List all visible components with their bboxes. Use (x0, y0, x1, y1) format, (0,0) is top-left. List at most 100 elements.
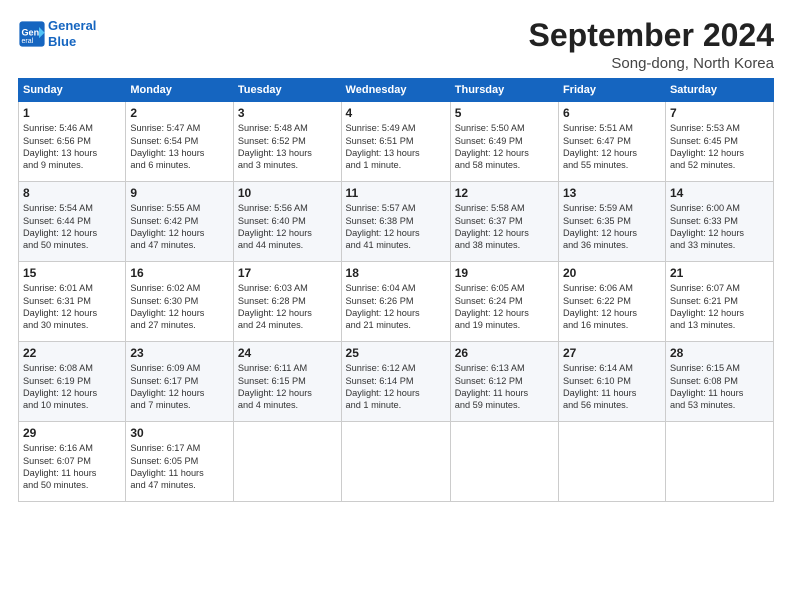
calendar-cell (341, 422, 450, 502)
day-number: 16 (130, 266, 229, 280)
calendar-cell (233, 422, 341, 502)
calendar-cell: 21Sunrise: 6:07 AM Sunset: 6:21 PM Dayli… (665, 262, 773, 342)
day-number: 14 (670, 186, 769, 200)
calendar-cell: 26 Sunrise: 6:13 AM Sunset: 6:12 PM Dayli… (450, 342, 558, 422)
logo-icon: Gen eral (18, 20, 46, 48)
day-info: Sunrise: 6:13 AM Sunset: 6:12 PM Dayligh… (455, 362, 554, 412)
svg-text:Gen: Gen (22, 27, 40, 37)
day-number: 4 (346, 106, 446, 120)
day-number: 8 (23, 186, 121, 200)
calendar-cell (558, 422, 665, 502)
day-info: Sunrise: 5:53 AM Sunset: 6:45 PM Dayligh… (670, 122, 769, 172)
day-info: Sunrise: 6:15 AM Sunset: 6:08 PM Dayligh… (670, 362, 769, 412)
col-header-sunday: Sunday (19, 79, 126, 102)
calendar-cell: 5 Sunrise: 5:50 AM Sunset: 6:49 PM Daylig… (450, 102, 558, 182)
day-number: 20 (563, 266, 661, 280)
day-number: 25 (346, 346, 446, 360)
calendar-cell: 24 Sunrise: 6:11 AM Sunset: 6:15 PM Dayli… (233, 342, 341, 422)
day-number: 21 (670, 266, 769, 280)
calendar-cell: 19 Sunrise: 6:05 AM Sunset: 6:24 PM Dayli… (450, 262, 558, 342)
day-number: 1 (23, 106, 121, 120)
day-info: Sunrise: 5:51 AM Sunset: 6:47 PM Dayligh… (563, 122, 661, 172)
calendar-week-2: 8 Sunrise: 5:54 AM Sunset: 6:44 PM Daylig… (19, 182, 774, 262)
calendar-cell: 28 Sunrise: 6:15 AM Sunset: 6:08 PM Dayli… (665, 342, 773, 422)
col-header-tuesday: Tuesday (233, 79, 341, 102)
calendar-cell: 14 Sunrise: 6:00 AM Sunset: 6:33 PM Dayli… (665, 182, 773, 262)
day-number: 22 (23, 346, 121, 360)
col-header-thursday: Thursday (450, 79, 558, 102)
day-number: 19 (455, 266, 554, 280)
calendar-cell: 20Sunrise: 6:06 AM Sunset: 6:22 PM Dayli… (558, 262, 665, 342)
day-info: Sunrise: 5:49 AM Sunset: 6:51 PM Dayligh… (346, 122, 446, 172)
calendar-cell: 16 Sunrise: 6:02 AM Sunset: 6:30 PM Dayli… (126, 262, 234, 342)
calendar-cell: 11 Sunrise: 5:57 AM Sunset: 6:38 PM Dayli… (341, 182, 450, 262)
day-number: 15 (23, 266, 121, 280)
day-info: Sunrise: 5:57 AM Sunset: 6:38 PM Dayligh… (346, 202, 446, 252)
day-number: 29 (23, 426, 121, 440)
calendar-week-3: 15 Sunrise: 6:01 AM Sunset: 6:31 PM Dayli… (19, 262, 774, 342)
day-info: Sunrise: 6:09 AM Sunset: 6:17 PM Dayligh… (130, 362, 229, 412)
day-number: 7 (670, 106, 769, 120)
day-info: Sunrise: 5:55 AM Sunset: 6:42 PM Dayligh… (130, 202, 229, 252)
logo: Gen eral General Blue (18, 18, 96, 49)
calendar-cell: 10Sunrise: 5:56 AM Sunset: 6:40 PM Dayli… (233, 182, 341, 262)
calendar-cell: 12 Sunrise: 5:58 AM Sunset: 6:37 PM Dayli… (450, 182, 558, 262)
svg-text:eral: eral (22, 38, 34, 45)
calendar-week-4: 22Sunrise: 6:08 AM Sunset: 6:19 PM Dayli… (19, 342, 774, 422)
day-info: Sunrise: 5:48 AM Sunset: 6:52 PM Dayligh… (238, 122, 337, 172)
day-number: 30 (130, 426, 229, 440)
day-info: Sunrise: 5:46 AM Sunset: 6:56 PM Dayligh… (23, 122, 121, 172)
day-number: 17 (238, 266, 337, 280)
month-title: September 2024 (529, 18, 774, 53)
col-header-saturday: Saturday (665, 79, 773, 102)
day-info: Sunrise: 5:54 AM Sunset: 6:44 PM Dayligh… (23, 202, 121, 252)
calendar-cell: 25Sunrise: 6:12 AM Sunset: 6:14 PM Dayli… (341, 342, 450, 422)
logo-line1: General (48, 18, 96, 33)
day-number: 12 (455, 186, 554, 200)
logo-text: General Blue (48, 18, 96, 49)
calendar-cell: 17 Sunrise: 6:03 AM Sunset: 6:28 PM Dayli… (233, 262, 341, 342)
day-info: Sunrise: 5:59 AM Sunset: 6:35 PM Dayligh… (563, 202, 661, 252)
calendar-cell: 3 Sunrise: 5:48 AM Sunset: 6:52 PM Daylig… (233, 102, 341, 182)
calendar: SundayMondayTuesdayWednesdayThursdayFrid… (18, 78, 774, 502)
day-info: Sunrise: 6:11 AM Sunset: 6:15 PM Dayligh… (238, 362, 337, 412)
day-number: 10 (238, 186, 337, 200)
day-number: 26 (455, 346, 554, 360)
calendar-header-row: SundayMondayTuesdayWednesdayThursdayFrid… (19, 79, 774, 102)
col-header-wednesday: Wednesday (341, 79, 450, 102)
day-info: Sunrise: 6:03 AM Sunset: 6:28 PM Dayligh… (238, 282, 337, 332)
day-info: Sunrise: 5:47 AM Sunset: 6:54 PM Dayligh… (130, 122, 229, 172)
day-number: 24 (238, 346, 337, 360)
col-header-friday: Friday (558, 79, 665, 102)
calendar-cell: 29Sunrise: 6:16 AM Sunset: 6:07 PM Dayli… (19, 422, 126, 502)
day-number: 6 (563, 106, 661, 120)
day-number: 23 (130, 346, 229, 360)
calendar-cell (665, 422, 773, 502)
calendar-cell: 13 Sunrise: 5:59 AM Sunset: 6:35 PM Dayli… (558, 182, 665, 262)
calendar-cell: 7 Sunrise: 5:53 AM Sunset: 6:45 PM Daylig… (665, 102, 773, 182)
calendar-cell: 27Sunrise: 6:14 AM Sunset: 6:10 PM Dayli… (558, 342, 665, 422)
calendar-cell: 23 Sunrise: 6:09 AM Sunset: 6:17 PM Dayli… (126, 342, 234, 422)
day-number: 5 (455, 106, 554, 120)
logo-line2: Blue (48, 34, 76, 49)
day-number: 28 (670, 346, 769, 360)
day-number: 27 (563, 346, 661, 360)
day-info: Sunrise: 6:04 AM Sunset: 6:26 PM Dayligh… (346, 282, 446, 332)
header: Gen eral General Blue September 2024 Son… (18, 18, 774, 72)
calendar-cell: 8 Sunrise: 5:54 AM Sunset: 6:44 PM Daylig… (19, 182, 126, 262)
day-number: 3 (238, 106, 337, 120)
calendar-week-5: 29Sunrise: 6:16 AM Sunset: 6:07 PM Dayli… (19, 422, 774, 502)
calendar-cell: 9Sunrise: 5:55 AM Sunset: 6:42 PM Daylig… (126, 182, 234, 262)
day-info: Sunrise: 6:05 AM Sunset: 6:24 PM Dayligh… (455, 282, 554, 332)
calendar-cell: 22Sunrise: 6:08 AM Sunset: 6:19 PM Dayli… (19, 342, 126, 422)
day-number: 11 (346, 186, 446, 200)
day-number: 2 (130, 106, 229, 120)
day-info: Sunrise: 6:02 AM Sunset: 6:30 PM Dayligh… (130, 282, 229, 332)
day-info: Sunrise: 5:58 AM Sunset: 6:37 PM Dayligh… (455, 202, 554, 252)
location: Song-dong, North Korea (529, 55, 774, 72)
day-number: 13 (563, 186, 661, 200)
calendar-cell (450, 422, 558, 502)
day-info: Sunrise: 6:00 AM Sunset: 6:33 PM Dayligh… (670, 202, 769, 252)
day-info: Sunrise: 6:01 AM Sunset: 6:31 PM Dayligh… (23, 282, 121, 332)
day-info: Sunrise: 5:50 AM Sunset: 6:49 PM Dayligh… (455, 122, 554, 172)
